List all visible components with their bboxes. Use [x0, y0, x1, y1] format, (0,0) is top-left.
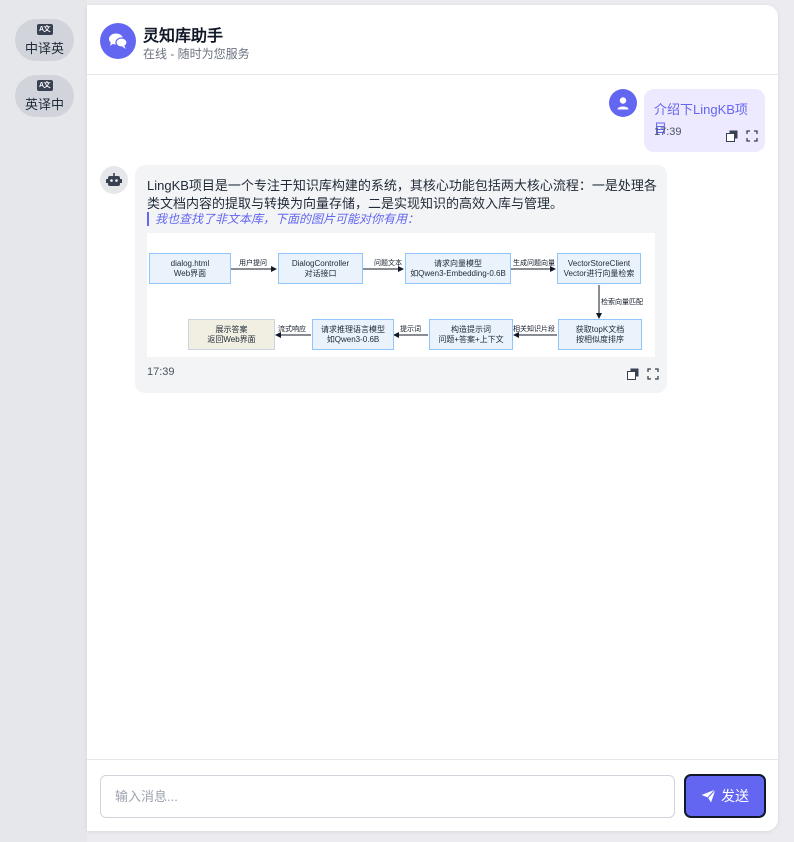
bot-avatar [100, 166, 128, 194]
diagram-edge-label: 提示词 [400, 326, 421, 333]
fullscreen-icon[interactable] [647, 367, 659, 380]
node-line: 按相似度排序 [576, 334, 624, 344]
robot-icon [106, 173, 122, 186]
diagram-edge-label: 流式响应 [278, 326, 306, 333]
zh-to-en-label: 中译英 [24, 40, 64, 56]
node-line: 请求向量模型 [434, 258, 482, 268]
diagram-node-embedding: 请求向量模型 如Qwen3-Embedding-0.6B [405, 253, 511, 284]
message-input[interactable] [100, 775, 675, 818]
send-icon [701, 789, 716, 803]
zh-to-en-button[interactable]: A文 中译英 [15, 19, 74, 61]
node-line: 如Qwen3-0.6B [326, 334, 380, 344]
user-message: 介绍下LingKB项目 17:39 [644, 89, 765, 152]
node-line: Vector进行向量检索 [563, 268, 635, 278]
translate-icon: A文 [36, 79, 53, 91]
diagram-node-prompt: 构造提示词 问题+答案+上下文 [429, 319, 513, 350]
diagram-node-answer: 展示答案 返回Web界面 [188, 319, 275, 350]
user-avatar [609, 89, 637, 117]
node-line: 请求推理语言模型 [321, 324, 385, 334]
node-line: 问题+答案+上下文 [438, 334, 504, 344]
node-line: 构造提示词 [451, 324, 491, 334]
bot-message-note: 我也查找了非文本库，下面的图片可能对你有用： [147, 212, 419, 226]
user-icon [617, 97, 629, 110]
node-line: 对话接口 [304, 268, 337, 278]
en-to-zh-button[interactable]: A文 英译中 [15, 75, 74, 117]
diagram-node-web: dialog.html Web界面 [149, 253, 231, 284]
send-button-label: 发送 [721, 788, 749, 804]
assistant-avatar [100, 23, 136, 59]
node-line: VectorStoreClient [567, 258, 631, 268]
node-line: 如Qwen3-Embedding-0.6B [410, 268, 506, 278]
user-message-actions [726, 129, 758, 142]
bot-message-time: 17:39 [147, 366, 175, 378]
chat-window: 灵知库助手 在线 - 随时为您服务 介绍下LingKB项目 17:39 Ling… [87, 5, 778, 831]
diagram-node-controller: DialogController 对话接口 [278, 253, 363, 284]
translate-icon: A文 [36, 23, 53, 35]
diagram-edge-label: 用户提问 [239, 260, 267, 267]
node-line: dialog.html [170, 258, 210, 268]
chat-header: 灵知库助手 在线 - 随时为您服务 [87, 5, 778, 75]
diagram-node-llm: 请求推理语言模型 如Qwen3-0.6B [312, 319, 394, 350]
diagram-edge-label: 检索向量匹配 [601, 299, 643, 306]
node-line: 展示答案 [215, 324, 248, 334]
chat-title: 灵知库助手 [143, 28, 224, 45]
diagram-edge-label: 相关知识片段 [513, 326, 555, 333]
chat-bubbles-icon [109, 33, 128, 49]
flow-diagram-image[interactable]: dialog.html Web界面 DialogController 对话接口 … [147, 233, 655, 357]
node-line: 返回Web界面 [207, 334, 256, 344]
bot-message-text: LingKB项目是一个专注于知识库构建的系统，其核心功能包括两大核心流程：一是处… [147, 178, 657, 211]
node-line: 获取topK文档 [575, 324, 625, 334]
send-button[interactable]: 发送 [684, 774, 766, 818]
user-message-time: 17:39 [654, 126, 682, 138]
copy-icon[interactable] [726, 129, 738, 142]
bot-message-actions [627, 367, 659, 380]
bot-message: LingKB项目是一个专注于知识库构建的系统，其核心功能包括两大核心流程：一是处… [135, 165, 667, 393]
en-to-zh-label: 英译中 [24, 96, 64, 112]
diagram-node-vectorstore: VectorStoreClient Vector进行向量检索 [557, 253, 641, 284]
diagram-edge-label: 生成问题向量 [513, 260, 555, 267]
diagram-edge-label: 问题文本 [374, 260, 402, 267]
fullscreen-icon[interactable] [746, 129, 758, 142]
chat-status: 在线 - 随时为您服务 [143, 47, 250, 61]
copy-icon[interactable] [627, 367, 639, 380]
diagram-node-topk: 获取topK文档 按相似度排序 [558, 319, 642, 350]
composer: 发送 [87, 759, 778, 831]
node-line: DialogController [291, 258, 350, 268]
node-line: Web界面 [173, 268, 207, 278]
left-rail: A文 中译英 A文 英译中 [0, 0, 87, 842]
